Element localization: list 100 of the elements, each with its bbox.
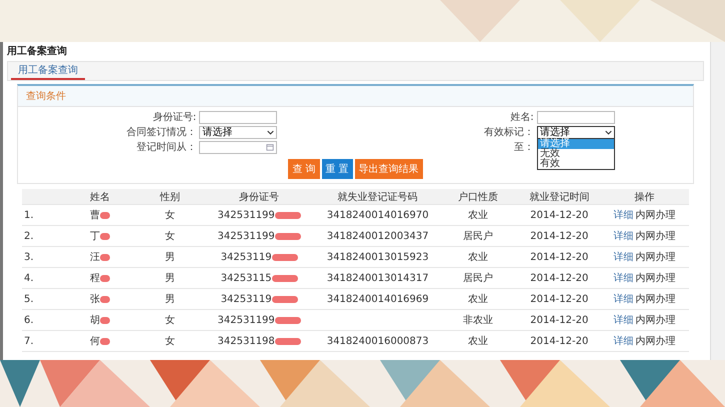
date-field[interactable] <box>199 140 278 154</box>
action-link[interactable]: 详细 <box>614 229 634 243</box>
table-cell: 34253119 <box>220 252 272 262</box>
dropdown-field[interactable]: 请选择 <box>536 126 615 138</box>
row-number: 1. <box>23 210 35 220</box>
column-header: 操作 <box>634 190 656 204</box>
action-button[interactable]: 查 询 <box>288 159 320 179</box>
table-cell: 342531198 <box>218 336 275 346</box>
column-header: 性别 <box>158 190 182 204</box>
table-cell-text: 2014-12-20 <box>529 230 590 242</box>
action-button[interactable]: 重 置 <box>322 159 353 179</box>
table-cell-text: 农业 <box>466 292 489 306</box>
action-link[interactable]: 详细 <box>614 313 634 327</box>
table-cell-text: 张 <box>90 292 100 306</box>
row-number: 5. <box>23 294 35 304</box>
table-cell-text: 胡 <box>90 314 100 327</box>
table-cell: 34253115 <box>220 272 272 284</box>
table-cell-text: 女 <box>164 230 176 243</box>
dropdown-field[interactable]: 请选择 <box>199 126 278 138</box>
action-link[interactable]: 详细 <box>614 334 634 348</box>
field-label: 登记时间从： <box>135 140 196 154</box>
action-link[interactable]: 内网办理 <box>636 292 676 306</box>
redaction-mark <box>272 254 298 260</box>
tab[interactable]: 用工备案查询 <box>11 62 85 80</box>
table-cell-text: 居民户 <box>462 272 494 285</box>
table-cell-text: 丁 <box>90 230 100 243</box>
action-link[interactable]: 详细 <box>614 250 634 264</box>
table-cell-text: 女 <box>164 335 176 348</box>
field-label: 合同签订情况： <box>125 126 196 139</box>
table-cell: 342531199 <box>218 314 275 326</box>
table-cell-text: 2014-12-20 <box>529 272 590 284</box>
action-link[interactable]: 内网办理 <box>636 208 676 222</box>
redaction-mark <box>274 338 301 344</box>
input-field[interactable] <box>536 110 615 124</box>
table-cell-text: 汪 <box>90 251 100 264</box>
table-cell-text: 农业 <box>466 208 489 222</box>
table-cell: 34253119 <box>220 294 272 304</box>
redaction-mark <box>274 212 301 218</box>
redaction-mark <box>100 232 110 240</box>
table-cell: 3418240014016969 <box>326 294 429 304</box>
table-cell-text: 何 <box>90 335 100 348</box>
redaction-mark <box>100 254 110 260</box>
redaction-mark <box>272 296 298 302</box>
page-title: 用工备案查询 <box>7 44 68 59</box>
row-number: 6. <box>23 314 35 326</box>
dropdown-option[interactable]: 有效 <box>538 158 614 168</box>
table-cell-text: 程 <box>90 272 100 285</box>
redaction-mark <box>272 274 298 282</box>
action-link[interactable]: 内网办理 <box>636 313 676 327</box>
row-number: 7. <box>23 336 35 346</box>
dropdown-option[interactable]: 请选择 <box>538 138 614 148</box>
redaction-mark <box>100 296 110 302</box>
table-cell-text: 男 <box>164 251 176 264</box>
dropdown-option[interactable]: 无效 <box>538 148 614 158</box>
input-field[interactable] <box>199 110 278 124</box>
table-cell: 3418240012003437 <box>326 230 429 242</box>
action-link[interactable]: 详细 <box>614 208 634 222</box>
table-cell-text: 2014-12-20 <box>529 252 590 262</box>
caret-icon <box>267 130 274 134</box>
table-cell: 3418240014016970 <box>326 210 429 220</box>
table-cell-text: 2014-12-20 <box>529 210 590 220</box>
table-cell: 342531199 <box>218 230 275 242</box>
redaction-mark <box>274 232 301 240</box>
action-link[interactable]: 内网办理 <box>636 229 676 243</box>
table-cell-text: 男 <box>164 272 176 285</box>
table-cell-text: 2014-12-20 <box>529 294 590 304</box>
table-cell-text: 农业 <box>466 334 489 348</box>
action-link[interactable]: 内网办理 <box>636 334 676 348</box>
table-cell: 3418240013014317 <box>326 272 429 284</box>
column-header: 身份证号 <box>238 190 280 204</box>
field-label: 姓名: <box>509 111 534 124</box>
table-cell-text: 非农业 <box>462 314 494 327</box>
section-title: 查询条件 <box>26 91 66 102</box>
scrollbar[interactable] <box>710 42 725 360</box>
table-cell-text: 男 <box>164 293 176 306</box>
row-number: 2. <box>23 230 35 242</box>
field-label: 身份证号: <box>152 111 196 124</box>
caret-icon <box>604 130 612 134</box>
table-cell-text: 女 <box>164 314 176 327</box>
redaction-mark <box>100 274 110 282</box>
action-link[interactable]: 详细 <box>614 271 634 285</box>
table-cell-text: 女 <box>164 209 176 222</box>
row-number: 4. <box>23 272 35 284</box>
action-link[interactable]: 内网办理 <box>636 250 676 264</box>
redaction-mark <box>100 212 110 218</box>
action-link[interactable]: 内网办理 <box>636 271 676 285</box>
table-cell: 3418240016000873 <box>326 336 429 346</box>
table-cell-text: 2014-12-20 <box>529 314 590 326</box>
row-number: 3. <box>23 252 35 262</box>
column-header: 姓名 <box>88 190 111 204</box>
calendar-icon <box>266 143 274 151</box>
field-label: 有效标记： <box>482 126 534 139</box>
table-cell-text: 曹 <box>90 208 100 222</box>
field-label: 至： <box>512 141 534 154</box>
table-cell-text: 农业 <box>466 250 489 264</box>
action-link[interactable]: 详细 <box>614 292 634 306</box>
column-header: 就业登记时间 <box>528 190 590 204</box>
action-button[interactable]: 导出查询结果 <box>354 159 423 179</box>
column-header: 就失业登记证号码 <box>336 190 419 204</box>
table-cell: 342531199 <box>218 210 275 220</box>
